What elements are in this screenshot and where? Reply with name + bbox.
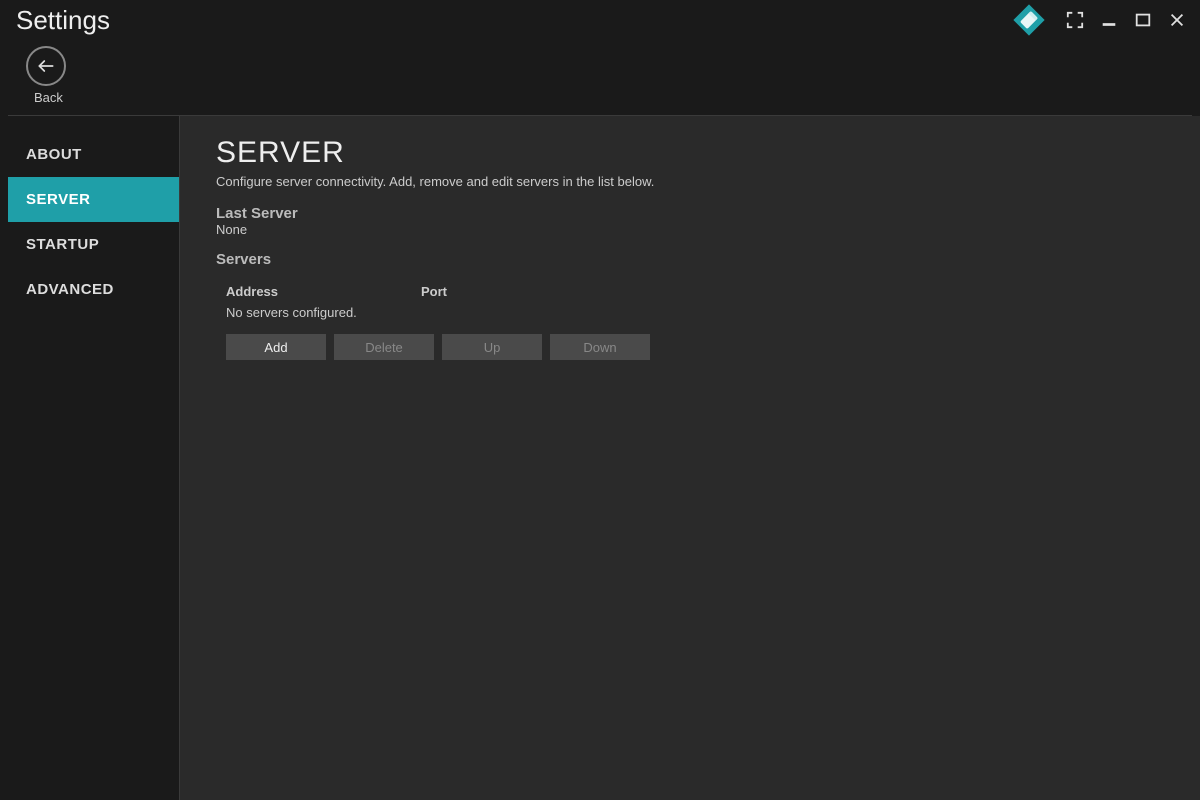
window-controls [1012,3,1188,37]
sidebar: ABOUT SERVER STARTUP ADVANCED [0,116,180,800]
last-server-label: Last Server [216,205,1164,222]
page-description: Configure server connectivity. Add, remo… [216,174,1164,189]
minimize-icon[interactable] [1098,9,1120,31]
last-server-value: None [216,222,1164,237]
servers-empty-message: No servers configured. [226,305,1164,320]
sidebar-item-advanced[interactable]: ADVANCED [8,267,179,312]
sidebar-item-startup[interactable]: STARTUP [8,222,179,267]
window-title: Settings [16,5,110,36]
servers-button-row: Add Delete Up Down [226,334,1164,360]
column-port: Port [421,284,571,299]
app-logo-icon [1012,3,1046,37]
servers-table-header: Address Port [226,278,1164,305]
back-label: Back [34,90,1192,105]
sidebar-item-about[interactable]: ABOUT [8,132,179,177]
servers-label: Servers [216,251,1164,268]
maximize-icon[interactable] [1132,9,1154,31]
back-button[interactable] [26,46,66,86]
delete-button[interactable]: Delete [334,334,434,360]
back-row: Back [8,40,1192,116]
down-button[interactable]: Down [550,334,650,360]
close-icon[interactable] [1166,9,1188,31]
main-panel: SERVER Configure server connectivity. Ad… [180,116,1200,800]
column-address: Address [226,284,421,299]
add-button[interactable]: Add [226,334,326,360]
titlebar: Settings [0,0,1200,40]
fullscreen-icon[interactable] [1064,9,1086,31]
sidebar-item-server[interactable]: SERVER [8,177,179,222]
servers-table: Address Port No servers configured. Add … [226,278,1164,360]
page-title: SERVER [216,136,1164,170]
up-button[interactable]: Up [442,334,542,360]
